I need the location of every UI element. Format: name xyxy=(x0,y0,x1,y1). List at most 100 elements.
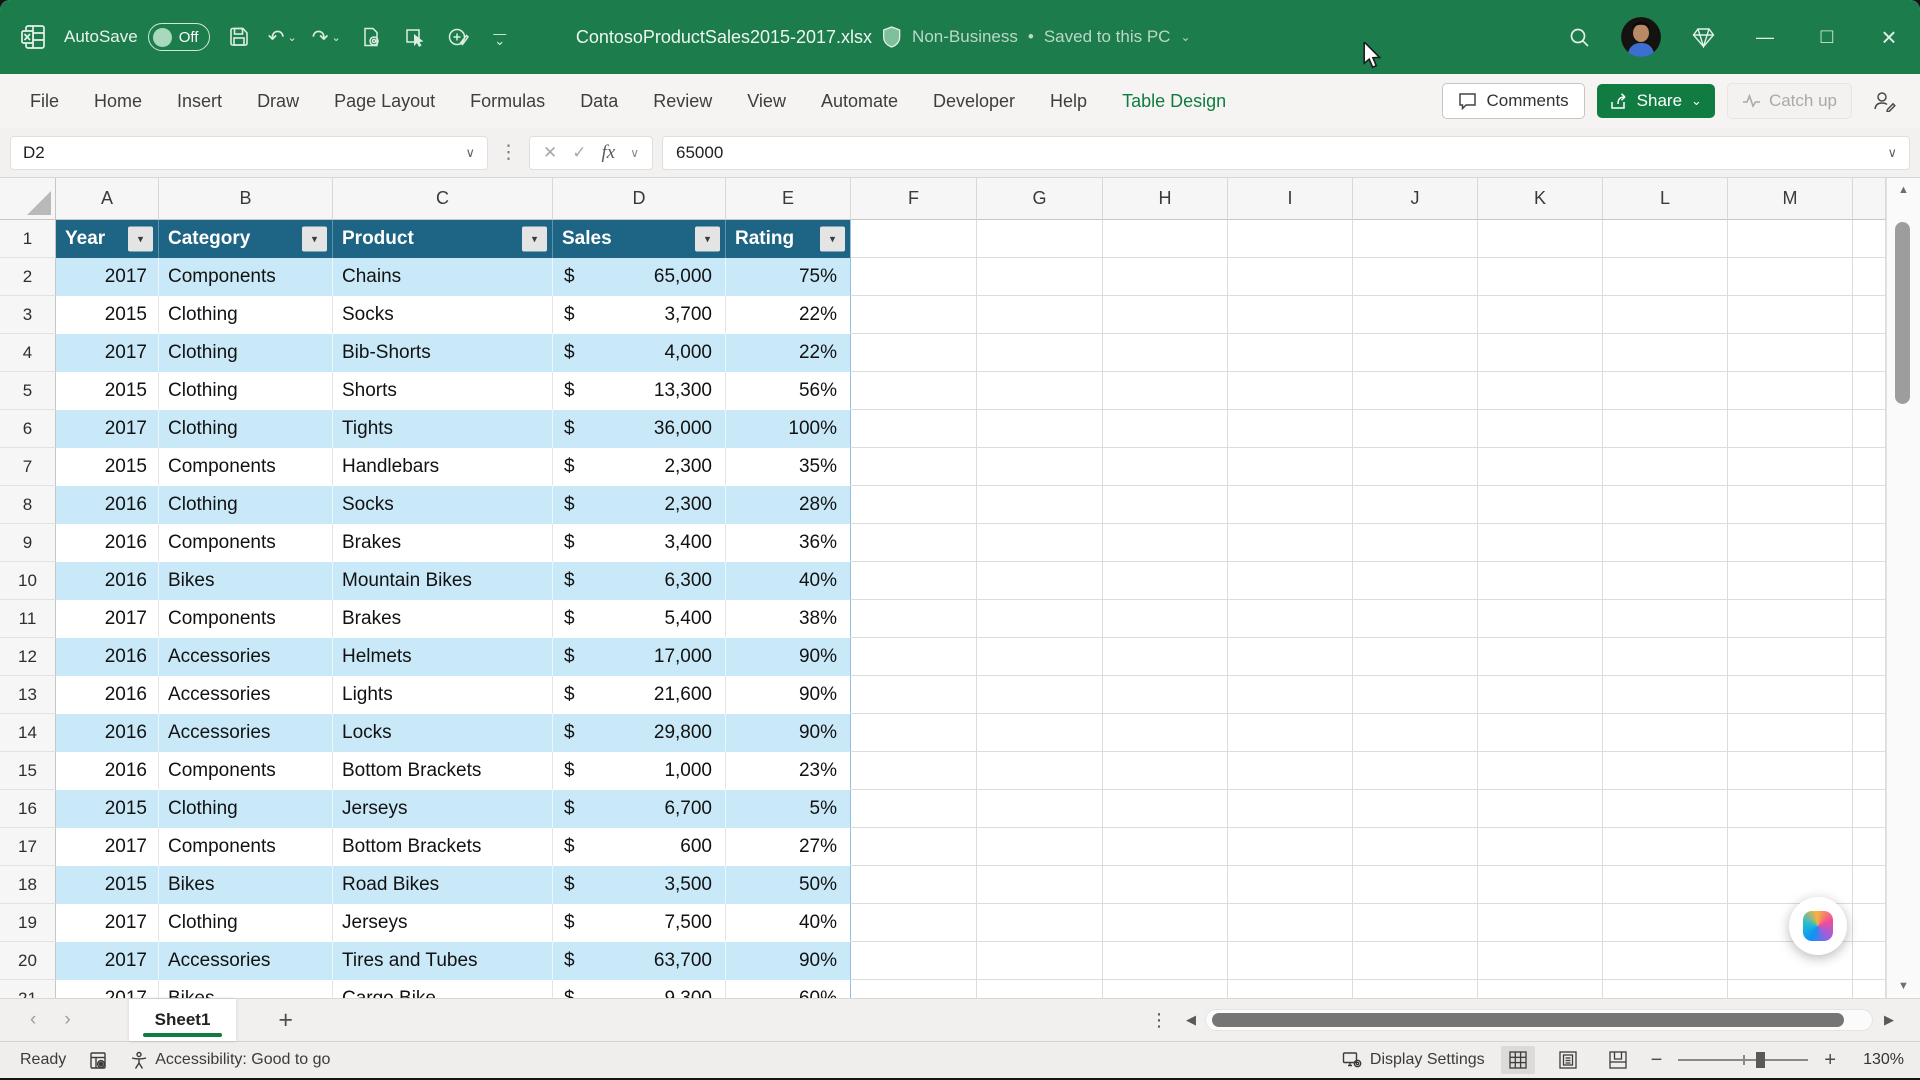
cell-empty[interactable] xyxy=(851,980,977,998)
cell-empty[interactable] xyxy=(851,296,977,334)
cell-empty[interactable] xyxy=(977,942,1103,980)
cell-category[interactable]: Clothing xyxy=(159,372,333,410)
cell-empty[interactable] xyxy=(1853,676,1886,714)
cell-sales[interactable]: $7,500 xyxy=(553,904,726,942)
cell-product[interactable]: Jerseys xyxy=(333,904,553,942)
cell-empty[interactable] xyxy=(977,524,1103,562)
cell-empty[interactable] xyxy=(1353,980,1478,998)
account-avatar[interactable] xyxy=(1610,0,1672,74)
customize-toolbar-chevron[interactable]: —⌄ xyxy=(488,30,512,44)
cell-empty[interactable] xyxy=(1853,448,1886,486)
cell-empty[interactable] xyxy=(851,258,977,296)
cell-sales[interactable]: $1,000 xyxy=(553,752,726,790)
cell-empty[interactable] xyxy=(1853,562,1886,600)
cell-empty[interactable] xyxy=(1353,904,1478,942)
cell-product[interactable]: Bottom Brackets xyxy=(333,752,553,790)
row-header-12[interactable]: 12 xyxy=(0,638,56,676)
row-header-1[interactable]: 1 xyxy=(0,220,56,258)
confirm-entry-icon[interactable]: ✓ xyxy=(572,143,586,163)
cell-product[interactable]: Bottom Brackets xyxy=(333,828,553,866)
fx-chevron[interactable]: ∨ xyxy=(630,146,639,160)
cell-empty[interactable] xyxy=(1853,258,1886,296)
cell-empty[interactable] xyxy=(1603,410,1728,448)
cell-category[interactable]: Clothing xyxy=(159,410,333,448)
cell-empty[interactable] xyxy=(851,220,977,258)
filter-dropdown-icon[interactable]: ▾ xyxy=(820,227,845,252)
cell-empty[interactable] xyxy=(1853,904,1886,942)
cell-empty[interactable] xyxy=(977,638,1103,676)
sensitivity-label[interactable]: Non-Business xyxy=(912,27,1018,47)
cell-empty[interactable] xyxy=(1853,980,1886,998)
cell-empty[interactable] xyxy=(1353,524,1478,562)
cell-empty[interactable] xyxy=(1728,638,1853,676)
saved-status-chevron[interactable]: ⌄ xyxy=(1180,30,1190,44)
cell-empty[interactable] xyxy=(977,448,1103,486)
cell-year[interactable]: 2017 xyxy=(56,980,159,998)
cell-empty[interactable] xyxy=(1353,486,1478,524)
prev-sheet-button[interactable]: ‹ xyxy=(30,1009,36,1031)
cell-year[interactable]: 2015 xyxy=(56,866,159,904)
cell-empty[interactable] xyxy=(1353,220,1478,258)
cell-empty[interactable] xyxy=(1353,448,1478,486)
cell-empty[interactable] xyxy=(1103,980,1228,998)
cell-empty[interactable] xyxy=(851,790,977,828)
cell-year[interactable]: 2017 xyxy=(56,600,159,638)
tab-data[interactable]: Data xyxy=(580,91,618,112)
cell-sales[interactable]: $63,700 xyxy=(553,942,726,980)
cell-empty[interactable] xyxy=(851,448,977,486)
vertical-scroll-thumb[interactable] xyxy=(1895,222,1910,404)
tab-view[interactable]: View xyxy=(747,91,786,112)
row-header-10[interactable]: 10 xyxy=(0,562,56,600)
cell-rating[interactable]: 22% xyxy=(726,296,851,334)
cell-empty[interactable] xyxy=(977,258,1103,296)
cell-rating[interactable]: 40% xyxy=(726,904,851,942)
zoom-slider[interactable] xyxy=(1678,1059,1808,1061)
cell-empty[interactable] xyxy=(1228,866,1353,904)
cell-empty[interactable] xyxy=(1228,828,1353,866)
tab-insert[interactable]: Insert xyxy=(177,91,222,112)
cell-product[interactable]: Chains xyxy=(333,258,553,296)
row-header-15[interactable]: 15 xyxy=(0,752,56,790)
cell-product[interactable]: Brakes xyxy=(333,600,553,638)
cell-empty[interactable] xyxy=(1728,828,1853,866)
cell-empty[interactable] xyxy=(1603,942,1728,980)
cell-empty[interactable] xyxy=(1228,296,1353,334)
cell-empty[interactable] xyxy=(1478,448,1603,486)
close-button[interactable]: × xyxy=(1858,0,1920,74)
table-header-year[interactable]: Year▾ xyxy=(56,220,159,258)
pointer-mode-icon[interactable] xyxy=(400,20,430,54)
cell-empty[interactable] xyxy=(851,638,977,676)
row-header-2[interactable]: 2 xyxy=(0,258,56,296)
cell-empty[interactable] xyxy=(1228,334,1353,372)
maximize-button[interactable]: □ xyxy=(1796,0,1858,74)
cell-product[interactable]: Road Bikes xyxy=(333,866,553,904)
cell-empty[interactable] xyxy=(1853,714,1886,752)
cell-empty[interactable] xyxy=(1103,448,1228,486)
scroll-up-arrow[interactable]: ▲ xyxy=(1887,184,1920,196)
cell-empty[interactable] xyxy=(1103,904,1228,942)
cell-sales[interactable]: $5,400 xyxy=(553,600,726,638)
cell-empty[interactable] xyxy=(1478,372,1603,410)
cell-empty[interactable] xyxy=(1228,676,1353,714)
row-header-21[interactable]: 21 xyxy=(0,980,56,998)
cell-product[interactable]: Bib-Shorts xyxy=(333,334,553,372)
cell-empty[interactable] xyxy=(1728,486,1853,524)
cell-product[interactable]: Shorts xyxy=(333,372,553,410)
add-sheet-button[interactable]: + xyxy=(278,1006,293,1035)
row-header-8[interactable]: 8 xyxy=(0,486,56,524)
cell-empty[interactable] xyxy=(1353,714,1478,752)
cell-empty[interactable] xyxy=(1728,790,1853,828)
cell-empty[interactable] xyxy=(1103,562,1228,600)
cell-empty[interactable] xyxy=(1353,676,1478,714)
column-header-partial[interactable] xyxy=(1853,178,1886,220)
name-box[interactable]: D2 ∨ xyxy=(10,136,488,170)
cell-year[interactable]: 2015 xyxy=(56,790,159,828)
cell-product[interactable]: Jerseys xyxy=(333,790,553,828)
cell-product[interactable]: Cargo Bike xyxy=(333,980,553,998)
cell-empty[interactable] xyxy=(1228,904,1353,942)
table-header-rating[interactable]: Rating▾ xyxy=(726,220,851,258)
cell-empty[interactable] xyxy=(1478,676,1603,714)
cell-sales[interactable]: $21,600 xyxy=(553,676,726,714)
cell-empty[interactable] xyxy=(851,562,977,600)
cell-empty[interactable] xyxy=(1353,828,1478,866)
